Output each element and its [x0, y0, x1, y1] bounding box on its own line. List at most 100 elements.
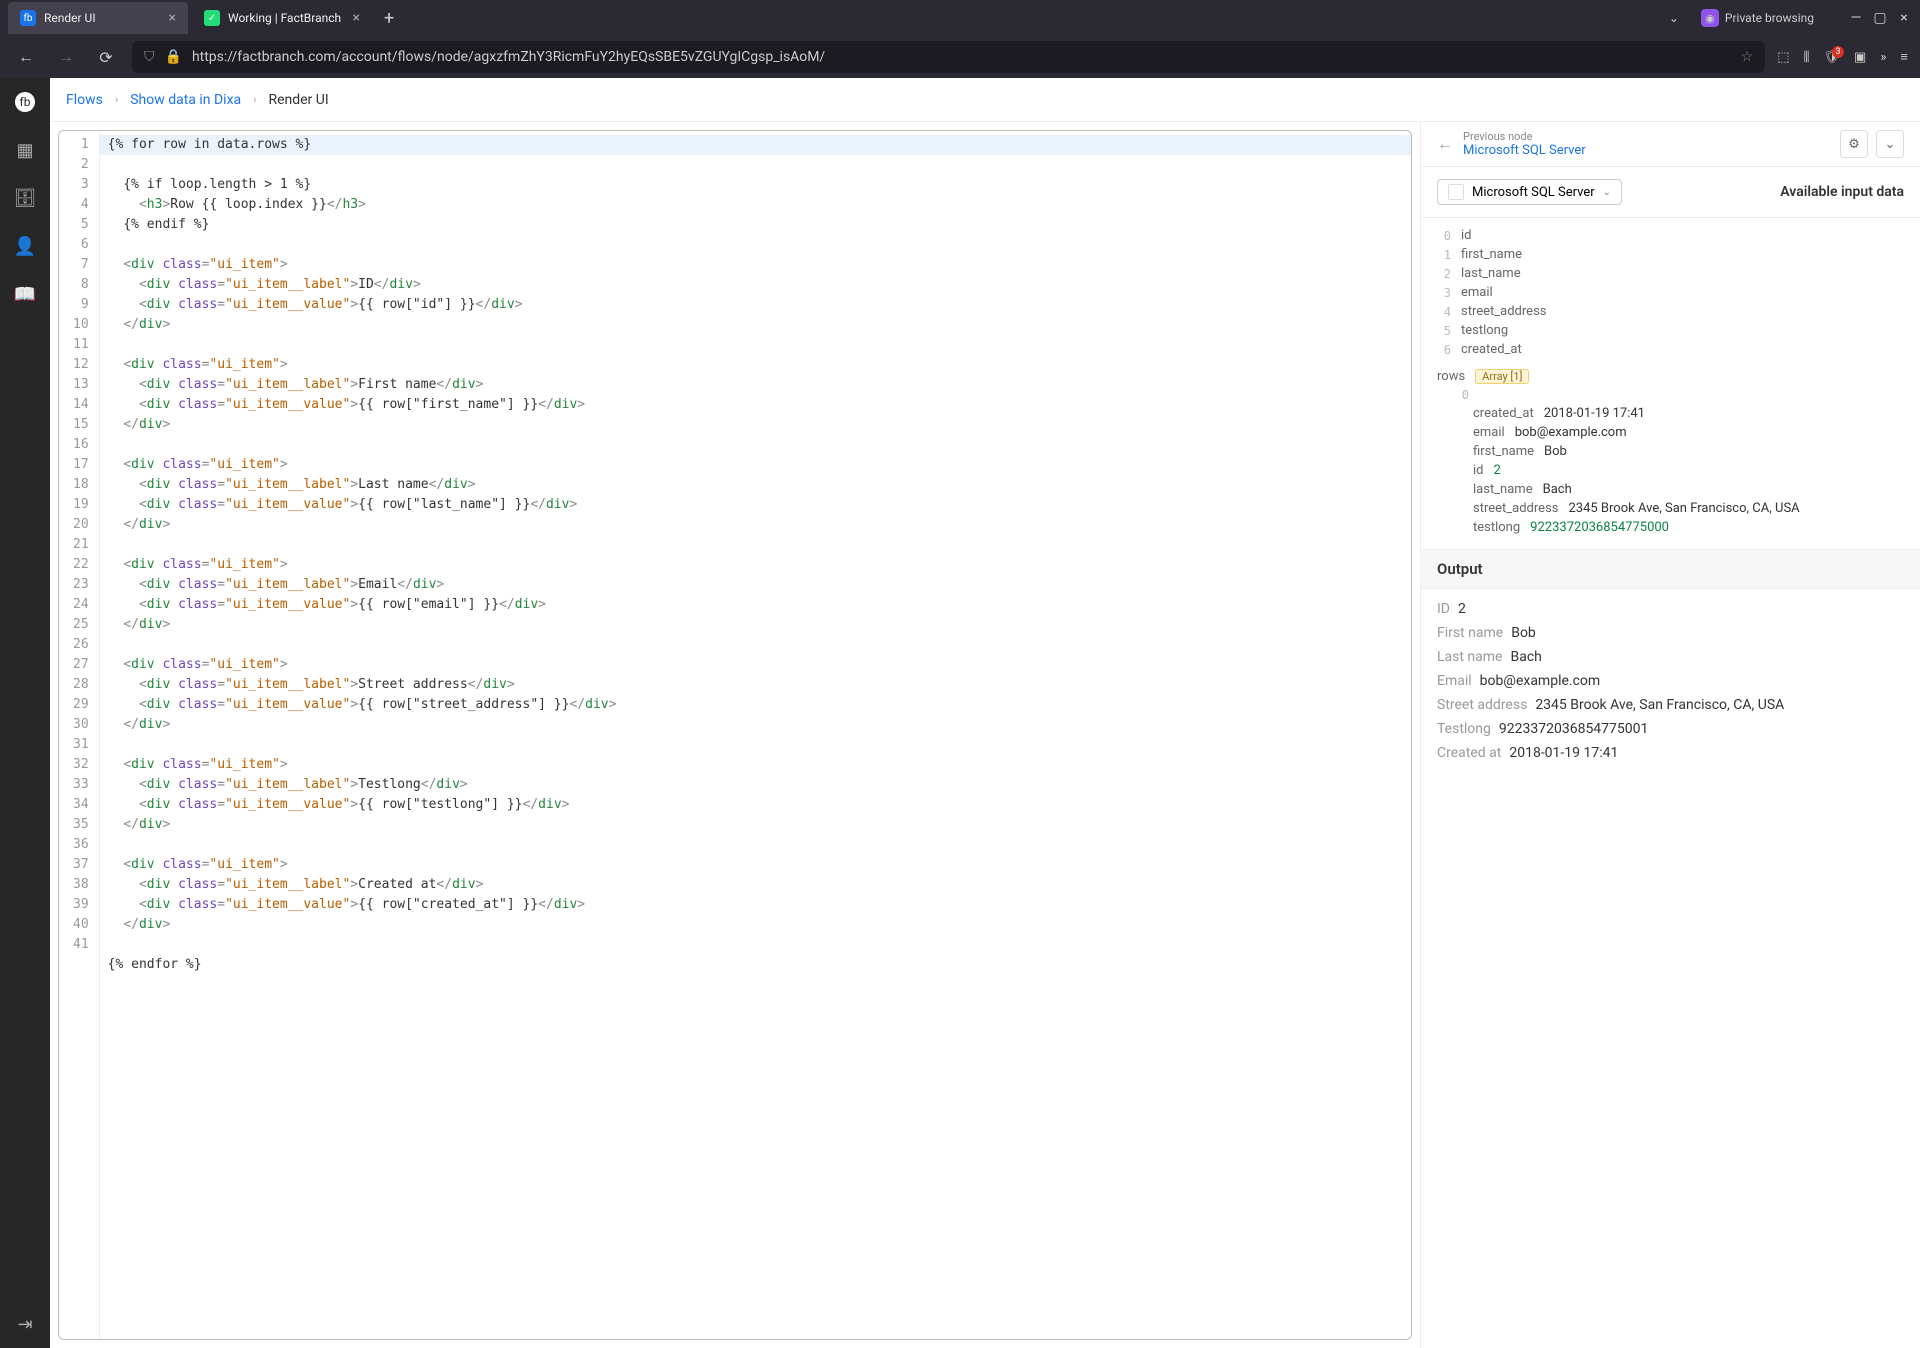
output-row: Created at 2018-01-19 17:41 [1437, 741, 1904, 765]
tree-field[interactable]: testlong 9223372036854775000 [1437, 518, 1904, 537]
nav-bar: ← → ⟳ ⛉ 🔒 https://factbranch.com/account… [0, 36, 1920, 78]
tree-field[interactable]: last_name Bach [1437, 480, 1904, 499]
browser-tab[interactable]: ✓ Working | FactBranch × [192, 2, 372, 34]
library-icon[interactable]: ⫼ [1804, 50, 1810, 65]
output-value: 2345 Brook Ave, San Francisco, CA, USA [1535, 697, 1784, 713]
logo-icon[interactable]: fb [13, 90, 37, 114]
book-icon[interactable]: 📖 [13, 282, 37, 306]
prev-node-label: Previous node [1463, 130, 1586, 143]
output-row: Email bob@example.com [1437, 669, 1904, 693]
available-input-title: Available input data [1780, 184, 1904, 200]
forward-button[interactable]: → [52, 43, 80, 71]
chevron-right-icon: › [115, 93, 118, 106]
user-icon[interactable]: 👤 [13, 234, 37, 258]
maximize-button[interactable]: ▢ [1872, 10, 1888, 26]
output-value: Bach [1510, 649, 1541, 665]
tree-field[interactable]: email bob@example.com [1437, 423, 1904, 442]
tree-column[interactable]: 2last_name [1437, 264, 1904, 283]
tab-bar: fb Render UI × ✓ Working | FactBranch × … [0, 0, 1920, 36]
tree-column[interactable]: 5testlong [1437, 321, 1904, 340]
source-label: Microsoft SQL Server [1472, 185, 1595, 200]
source-favicon [1448, 184, 1464, 200]
database-icon[interactable]: 🗄 [13, 186, 37, 210]
output-value: bob@example.com [1480, 673, 1601, 689]
line-gutter: 1234567891011121314151617181920212223242… [59, 131, 100, 1339]
lock-icon[interactable]: 🔒 [165, 49, 182, 65]
breadcrumb: Flows › Show data in Dixa › Render UI [66, 92, 329, 108]
tab-title: Working | FactBranch [228, 11, 341, 25]
gear-icon[interactable]: ⚙ [1840, 130, 1868, 158]
close-icon[interactable]: × [169, 10, 176, 26]
output-label: Street address [1437, 697, 1527, 713]
url-bar[interactable]: ⛉ 🔒 https://factbranch.com/account/flows… [132, 41, 1765, 73]
code-editor[interactable]: 1234567891011121314151617181920212223242… [58, 130, 1412, 1340]
bookmark-icon[interactable]: ☆ [1741, 49, 1754, 65]
output-value: 2 [1458, 601, 1466, 617]
output-label: Last name [1437, 649, 1502, 665]
output-value: 2018-01-19 17:41 [1509, 745, 1618, 761]
close-icon[interactable]: × [353, 10, 360, 26]
collapse-icon[interactable]: ⇥ [13, 1312, 37, 1336]
output-row: ID 2 [1437, 597, 1904, 621]
output-value: Bob [1511, 625, 1536, 641]
output-body: ID 2First name BobLast name BachEmail bo… [1421, 589, 1920, 773]
tree-field[interactable]: street_address 2345 Brook Ave, San Franc… [1437, 499, 1904, 518]
tab-favicon: ✓ [204, 10, 220, 26]
output-label: Created at [1437, 745, 1501, 761]
caret-icon: ⌄ [1603, 187, 1611, 198]
output-row: Last name Bach [1437, 645, 1904, 669]
pocket-icon[interactable]: ⬚ [1777, 50, 1789, 65]
extension-icon[interactable]: ▣ [1854, 50, 1866, 65]
ublock-icon[interactable]: 🛡3 [1824, 50, 1841, 65]
breadcrumb-bar: Flows › Show data in Dixa › Render UI [50, 78, 1920, 122]
right-header: ← Previous node Microsoft SQL Server ⚙ ⌄ [1421, 122, 1920, 167]
output-title: Output [1421, 550, 1920, 589]
grid-icon[interactable]: ▦ [13, 138, 37, 162]
reload-button[interactable]: ⟳ [92, 43, 120, 71]
output-label: First name [1437, 625, 1503, 641]
tree-row-index[interactable]: 0 [1437, 386, 1904, 404]
overflow-icon[interactable]: » [1880, 50, 1886, 65]
tree-field[interactable]: created_at 2018-01-19 17:41 [1437, 404, 1904, 423]
output-label: Testlong [1437, 721, 1491, 737]
new-tab-button[interactable]: + [376, 8, 402, 29]
menu-icon[interactable]: ≡ [1900, 49, 1908, 65]
tree-column[interactable]: 1first_name [1437, 245, 1904, 264]
close-window-button[interactable]: × [1896, 10, 1912, 26]
tab-favicon: fb [20, 10, 36, 26]
tab-title: Render UI [44, 11, 96, 25]
chevron-right-icon: › [253, 93, 256, 106]
output-value: 9223372036854775001 [1499, 721, 1649, 737]
tabs-dropdown-icon[interactable]: ⌄ [1669, 11, 1679, 25]
output-row: Street address 2345 Brook Ave, San Franc… [1437, 693, 1904, 717]
tree-column[interactable]: 3email [1437, 283, 1904, 302]
output-label: ID [1437, 601, 1450, 617]
chevron-down-icon[interactable]: ⌄ [1876, 130, 1904, 158]
output-row: First name Bob [1437, 621, 1904, 645]
arrow-left-icon[interactable]: ← [1437, 134, 1453, 154]
tree-field[interactable]: first_name Bob [1437, 442, 1904, 461]
data-tree: 0id1first_name2last_name3email4street_ad… [1421, 218, 1920, 549]
minimize-button[interactable]: — [1848, 10, 1864, 26]
code-content[interactable]: {% for row in data.rows %} {% if loop.le… [100, 131, 1411, 1339]
prev-node-link[interactable]: Microsoft SQL Server [1463, 143, 1586, 158]
url-text: https://factbranch.com/account/flows/nod… [192, 49, 1731, 65]
sidebar-left: fb ▦ 🗄 👤 📖 ⇥ [0, 78, 50, 1348]
app: fb ▦ 🗄 👤 📖 ⇥ Flows › Show data in Dixa ›… [0, 78, 1920, 1348]
back-button[interactable]: ← [12, 43, 40, 71]
breadcrumb-link-flow[interactable]: Show data in Dixa [130, 92, 241, 108]
shield-icon[interactable]: ⛉ [144, 49, 155, 65]
tree-column[interactable]: 0id [1437, 226, 1904, 245]
source-select[interactable]: Microsoft SQL Server ⌄ [1437, 179, 1622, 205]
breadcrumb-link-flows[interactable]: Flows [66, 92, 103, 108]
tree-column[interactable]: 4street_address [1437, 302, 1904, 321]
output-label: Email [1437, 673, 1472, 689]
tree-rows-header[interactable]: rows Array [1] [1437, 367, 1904, 386]
svg-text:fb: fb [20, 95, 31, 109]
browser-tab-active[interactable]: fb Render UI × [8, 2, 188, 34]
mask-icon: ◉ [1701, 9, 1719, 27]
tree-column[interactable]: 6created_at [1437, 340, 1904, 359]
output-row: Testlong 9223372036854775001 [1437, 717, 1904, 741]
browser-chrome: fb Render UI × ✓ Working | FactBranch × … [0, 0, 1920, 78]
tree-field[interactable]: id 2 [1437, 461, 1904, 480]
